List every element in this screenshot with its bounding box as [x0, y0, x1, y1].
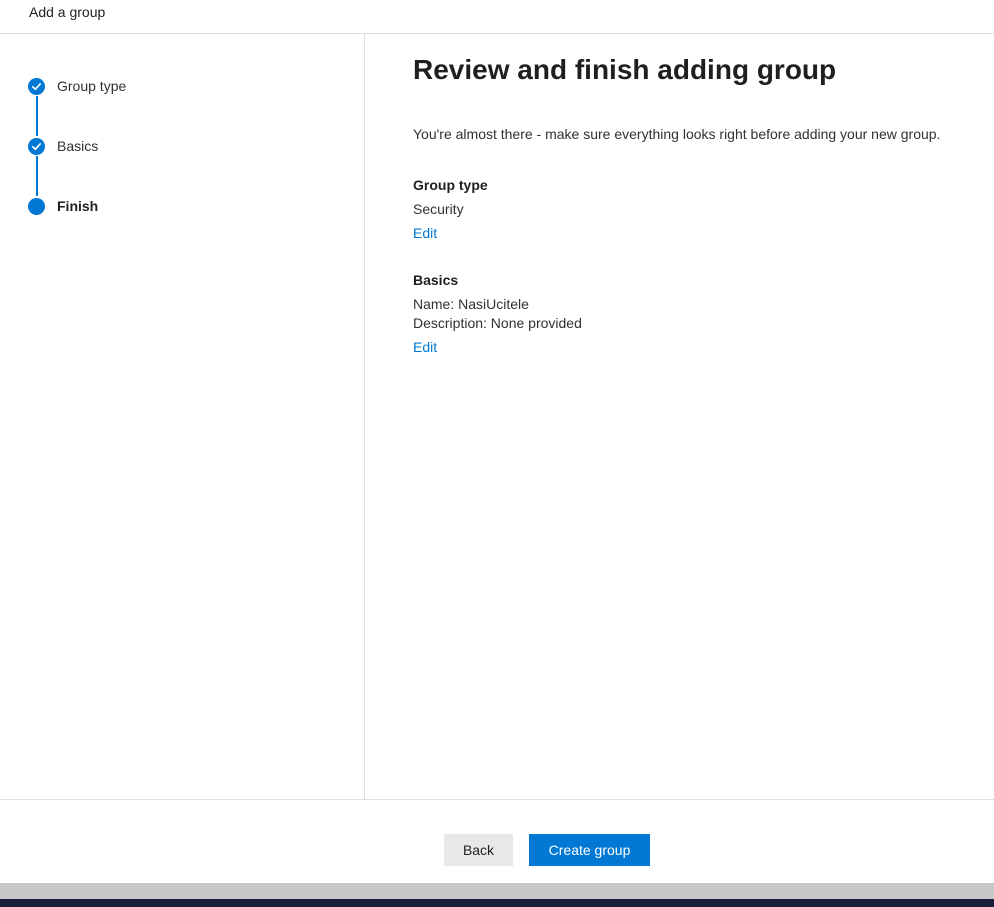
step-connector	[36, 156, 38, 196]
page-title: Review and finish adding group	[413, 54, 837, 85]
step-finish: Finish	[28, 196, 98, 216]
step-group-type[interactable]: Group type	[28, 76, 126, 96]
wizard-footer: Back Create group	[0, 799, 994, 883]
step-label: Group type	[57, 78, 127, 94]
step-connector	[36, 96, 38, 136]
checkmark-icon	[28, 77, 45, 95]
taskbar-strip	[0, 899, 994, 907]
wizard-steps: Group type Basics Finish	[0, 34, 365, 799]
step-basics[interactable]: Basics	[28, 136, 98, 156]
edit-basics-link[interactable]: Edit	[413, 339, 437, 355]
step-label: Basics	[57, 138, 99, 154]
step-label: Finish	[57, 198, 99, 214]
panel-header: Add a group	[0, 0, 994, 34]
back-button[interactable]: Back	[444, 834, 513, 866]
checkmark-icon	[28, 137, 45, 155]
basics-heading: Basics	[413, 272, 459, 288]
group-type-value: Security	[413, 201, 464, 217]
filled-circle-icon	[28, 197, 45, 215]
basics-name: Name: NasiUcitele	[413, 296, 529, 312]
group-type-heading: Group type	[413, 177, 488, 193]
edit-group-type-link[interactable]: Edit	[413, 225, 437, 241]
intro-text: You're almost there - make sure everythi…	[413, 126, 941, 142]
basics-description: Description: None provided	[413, 315, 582, 331]
create-group-button[interactable]: Create group	[529, 834, 650, 866]
scrollbar-track	[0, 883, 994, 899]
panel-title: Add a group	[29, 4, 106, 20]
